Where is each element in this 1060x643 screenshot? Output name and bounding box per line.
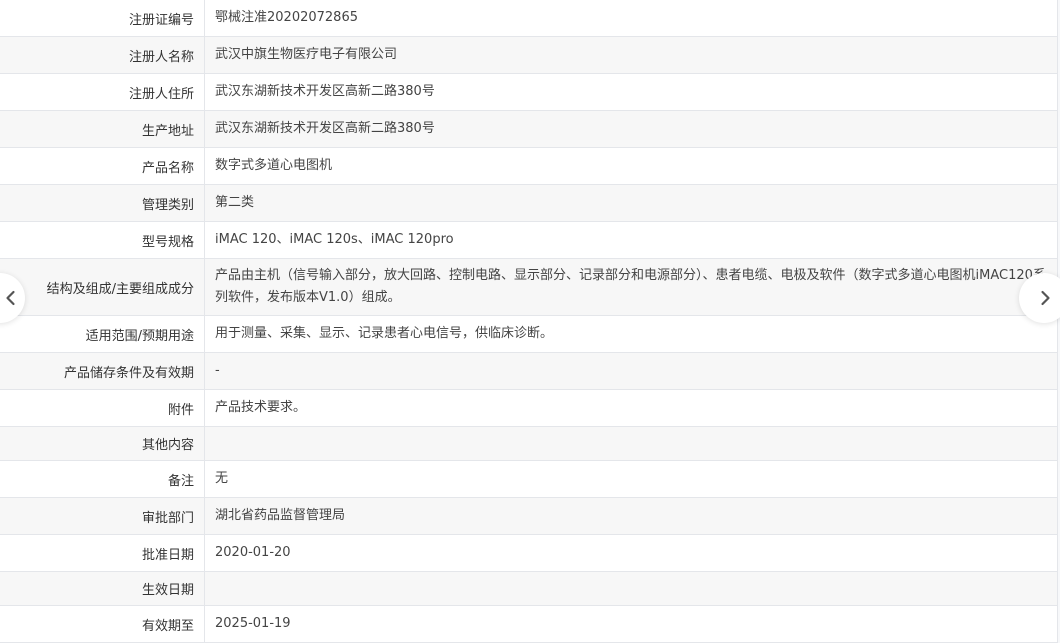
row-value: 产品由主机（信号输入部分，放大回路、控制电路、显示部分、记录部分和电源部分）、患… (215, 268, 1046, 305)
row-value: 鄂械注准20202072865 (215, 10, 358, 25)
row-label: 产品储存条件及有效期 (0, 353, 205, 389)
row-value: 武汉东湖新技术开发区高新二路380号 (215, 121, 435, 136)
row-value: 数字式多道心电图机 (215, 158, 333, 173)
row-value: 2025-01-19 (215, 616, 291, 631)
table-row: 型号规格 iMAC 120、iMAC 120s、iMAC 120pro (0, 221, 1057, 258)
row-value: iMAC 120、iMAC 120s、iMAC 120pro (215, 232, 454, 247)
row-value (205, 427, 1057, 460)
table-row: 注册证编号 鄂械注准20202072865 (0, 0, 1057, 36)
table-row: 结构及组成/主要组成成分 产品由主机（信号输入部分，放大回路、控制电路、显示部分… (0, 258, 1057, 315)
row-label: 审批部门 (0, 498, 205, 534)
row-value: 2020-01-20 (215, 545, 291, 560)
row-label: 适用范围/预期用途 (0, 316, 205, 352)
table-row: 适用范围/预期用途 用于测量、采集、显示、记录患者心电信号，供临床诊断。 (0, 315, 1057, 352)
table-row: 审批部门 湖北省药品监督管理局 (0, 497, 1057, 534)
table-row: 管理类别 第二类 (0, 184, 1057, 221)
row-label: 注册人住所 (0, 74, 205, 110)
table-row: 其他内容 (0, 426, 1057, 460)
table-row: 产品名称 数字式多道心电图机 (0, 147, 1057, 184)
row-label: 生产地址 (0, 111, 205, 147)
row-label: 注册证编号 (0, 0, 205, 36)
table-row: 生效日期 (0, 571, 1057, 605)
row-value: 用于测量、采集、显示、记录患者心电信号，供临床诊断。 (215, 326, 554, 341)
chevron-left-icon (6, 290, 15, 306)
row-label: 产品名称 (0, 148, 205, 184)
row-label: 管理类别 (0, 185, 205, 221)
row-label: 批准日期 (0, 535, 205, 571)
row-label: 型号规格 (0, 222, 205, 258)
row-value: 产品技术要求。 (215, 400, 307, 415)
table-row: 注册人住所 武汉东湖新技术开发区高新二路380号 (0, 73, 1057, 110)
table-row: 生产地址 武汉东湖新技术开发区高新二路380号 (0, 110, 1057, 147)
row-label: 生效日期 (0, 572, 205, 605)
registration-detail-table: 注册证编号 鄂械注准20202072865 注册人名称 武汉中旗生物医疗电子有限… (0, 0, 1058, 643)
row-value: 第二类 (215, 195, 255, 210)
row-value: 湖北省药品监督管理局 (215, 508, 346, 523)
row-value (205, 572, 1057, 605)
row-label: 结构及组成/主要组成成分 (0, 259, 205, 315)
row-label: 其他内容 (0, 427, 205, 460)
table-row: 产品储存条件及有效期 - (0, 352, 1057, 389)
row-value: 武汉中旗生物医疗电子有限公司 (215, 47, 398, 62)
row-label: 注册人名称 (0, 37, 205, 73)
row-value: 无 (215, 471, 229, 486)
row-label: 备注 (0, 461, 205, 497)
table-row: 注册人名称 武汉中旗生物医疗电子有限公司 (0, 36, 1057, 73)
row-value: - (215, 363, 220, 378)
table-row: 有效期至 2025-01-19 (0, 605, 1057, 642)
table-row: 批准日期 2020-01-20 (0, 534, 1057, 571)
row-value: 武汉东湖新技术开发区高新二路380号 (215, 84, 435, 99)
row-label: 附件 (0, 390, 205, 426)
table-row: 备注 无 (0, 460, 1057, 497)
row-label: 有效期至 (0, 606, 205, 642)
table-row: 附件 产品技术要求。 (0, 389, 1057, 426)
chevron-right-icon (1041, 290, 1050, 306)
